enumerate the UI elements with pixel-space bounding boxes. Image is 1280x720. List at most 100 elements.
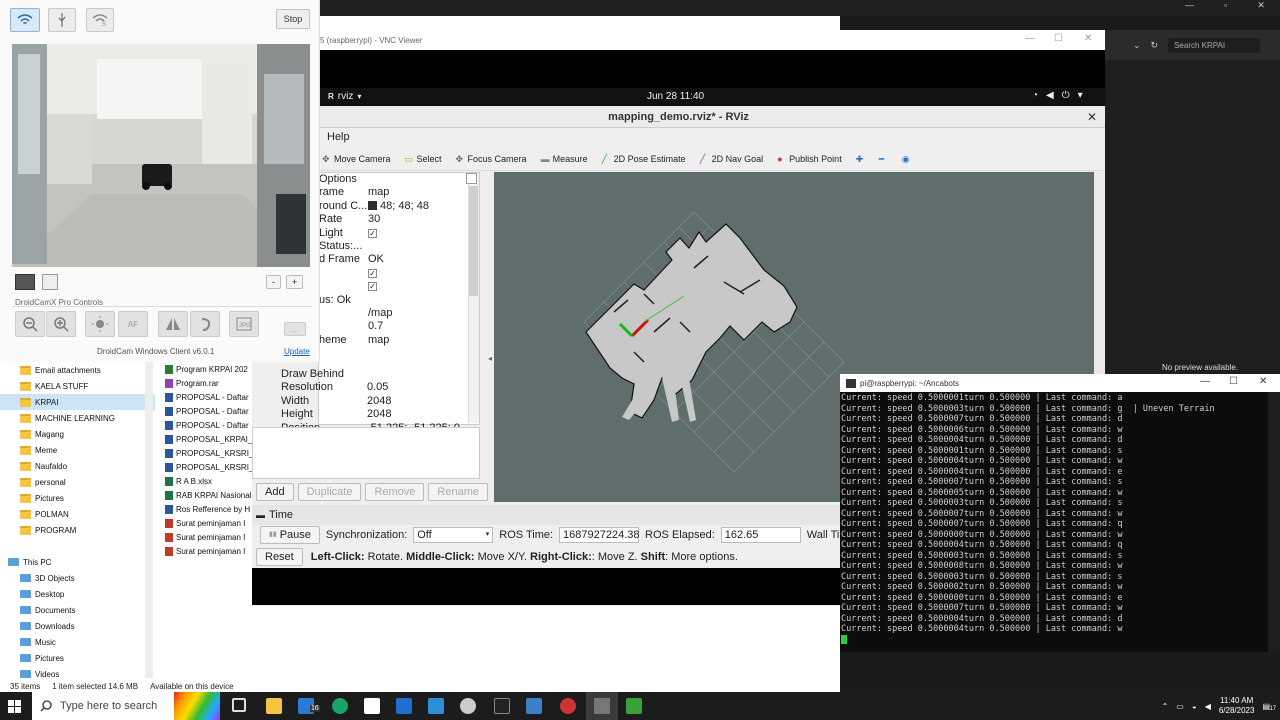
display-row[interactable]: ✓ [319, 280, 479, 293]
zoom-out-button[interactable]: - [266, 275, 281, 289]
minimize-icon[interactable]: — [1185, 0, 1194, 14]
property-row[interactable]: Draw Behind [252, 368, 480, 381]
battery-icon[interactable]: ▭ [1176, 702, 1184, 711]
explorer-file-list[interactable]: Program KRPAI 202 Program.rar PROPOSAL - D… [165, 362, 253, 680]
file-explorer-icon[interactable] [266, 698, 282, 714]
close-icon[interactable]: ✕ [1257, 0, 1265, 14]
edge-icon[interactable] [332, 698, 348, 714]
nav-item[interactable]: Pictures [0, 490, 155, 506]
more-button[interactable]: ... [284, 322, 306, 336]
rename-button[interactable]: Rename [428, 483, 488, 501]
wifi-connect-button[interactable] [10, 8, 40, 32]
file-item[interactable]: RAB KRPAI Nasional [165, 488, 253, 502]
usb-connect-button[interactable] [48, 8, 76, 32]
display-row[interactable]: /map [319, 307, 479, 320]
tool-button[interactable]: ▭ Select [405, 154, 442, 165]
nav-item[interactable]: PROGRAM [0, 522, 155, 538]
reset-button[interactable]: Reset [256, 548, 303, 566]
displays-scroll-thumb[interactable] [469, 186, 478, 296]
maximize-icon[interactable]: ▫ [1224, 0, 1227, 14]
nav-item[interactable]: Pictures [0, 650, 155, 666]
nav-item[interactable]: KAELA STUFF [0, 378, 155, 394]
display-row[interactable]: Light ✓ [319, 227, 479, 240]
property-row[interactable]: Width 2048 [252, 395, 480, 408]
plus-icon[interactable]: ✚ [856, 154, 865, 164]
flash-button[interactable] [85, 311, 115, 337]
file-item[interactable]: Surat peminjaman I [165, 516, 253, 530]
system-tray[interactable]: ◔ ◀ ⏻ ▾ [1032, 90, 1083, 101]
viewport-left-arrow[interactable]: ◂ [488, 354, 492, 363]
display-properties[interactable]: Draw Behind Resolution 0.05 Width 2048 Height… [252, 368, 480, 434]
display-row[interactable]: Status:... [319, 240, 479, 253]
file-item[interactable]: Surat peminjaman I [165, 530, 253, 544]
pause-button[interactable]: ▮▮ Pause [260, 526, 320, 544]
close-icon[interactable]: ✕ [1084, 33, 1092, 44]
nav-item[interactable]: MACHINE LEARNING [0, 410, 155, 426]
file-item[interactable]: PROPOSAL_KRSRI_2 [165, 460, 253, 474]
screen-icon[interactable] [15, 274, 35, 290]
refresh-icon[interactable]: ↻ [1151, 40, 1159, 51]
tool-button[interactable]: ▬ Measure [541, 154, 588, 165]
zoom-in-button[interactable]: + [286, 275, 304, 289]
menu-help[interactable]: Help [327, 131, 350, 143]
display-row[interactable]: 0.7 [319, 320, 479, 333]
minimize-icon[interactable]: — [1025, 33, 1035, 44]
file-item[interactable]: PROPOSAL_KRSRI_2 [165, 446, 253, 460]
duplicate-button[interactable]: Duplicate [297, 483, 362, 501]
pinned-app-icon[interactable] [560, 698, 576, 714]
wifi-server-button[interactable]: S [86, 8, 114, 32]
terminal-scrollbar[interactable] [1268, 392, 1280, 652]
tool-button[interactable]: ╱ 2D Pose Estimate [602, 154, 686, 165]
app-menu[interactable]: R rviz ▾ [328, 91, 361, 102]
display-row[interactable]: round C... 48; 48; 48 [319, 200, 479, 213]
explorer-search-input[interactable]: Search KRPAI [1168, 37, 1261, 53]
notification-icon[interactable]: ▤ 17 [1262, 702, 1276, 712]
file-item[interactable]: PROPOSAL - Daftar [165, 390, 253, 404]
network-icon[interactable]: ◒ [1192, 702, 1197, 711]
stop-button[interactable]: Stop [276, 9, 310, 29]
nav-item[interactable]: Magang [0, 426, 155, 442]
collapse-icon[interactable]: ▬ [256, 510, 265, 520]
update-link[interactable]: Update [284, 347, 310, 356]
maximize-icon[interactable]: ☐ [1054, 33, 1063, 44]
volume-icon[interactable]: ◀ [1205, 702, 1211, 711]
property-row[interactable]: Height 2048 [252, 408, 480, 421]
gnome-clock[interactable]: Jun 28 11:40 [647, 91, 704, 102]
pro-zoom-out-button[interactable] [15, 311, 45, 337]
android-app-icon[interactable] [626, 698, 642, 714]
tool-button[interactable]: ● Publish Point [777, 154, 842, 165]
close-icon[interactable]: ✕ [1259, 376, 1267, 387]
pro-zoom-in-button[interactable] [46, 311, 76, 337]
file-item[interactable]: Surat peminjaman I [165, 544, 253, 558]
file-item[interactable]: PROPOSAL - Daftar [165, 404, 253, 418]
tool-button[interactable]: ✥ Move Camera [322, 154, 391, 165]
maximize-icon[interactable]: ☐ [1229, 376, 1238, 387]
chevron-down-icon[interactable]: ⌄ [1133, 40, 1141, 51]
tool-button[interactable]: ╱ 2D Nav Goal [700, 154, 764, 165]
mirror-button[interactable] [158, 311, 188, 337]
notion-icon[interactable] [364, 698, 380, 714]
checkbox[interactable]: ✓ [368, 282, 377, 292]
vscode-icon[interactable] [428, 698, 444, 714]
file-item[interactable]: PROPOSAL_KRPAI_2 [165, 432, 253, 446]
add-button[interactable]: Add [256, 483, 294, 501]
file-item[interactable]: Program.rar [165, 376, 253, 390]
autofocus-button[interactable]: AF [118, 311, 148, 337]
display-row[interactable]: rame map [319, 186, 479, 199]
nav-item[interactable]: Naufaldo [0, 458, 155, 474]
nav-item[interactable]: personal [0, 474, 155, 490]
explorer-nav-scrollbar[interactable] [145, 362, 153, 678]
remove-button[interactable]: Remove [365, 483, 425, 501]
close-icon[interactable]: ✕ [1087, 106, 1097, 128]
terminal-app-icon[interactable] [494, 698, 510, 714]
vnc-viewer-icon[interactable] [526, 698, 542, 714]
settings-icon[interactable] [460, 698, 476, 714]
display-row[interactable]: heme map [319, 334, 479, 347]
display-row[interactable]: d Frame OK [319, 253, 479, 266]
display-row[interactable]: us: Ok [319, 294, 479, 307]
minimize-icon[interactable]: — [1200, 376, 1210, 387]
nav-item[interactable]: This PC [0, 554, 155, 570]
ros-time-field[interactable]: 1687927224.38 [559, 527, 640, 543]
nav-item[interactable]: Downloads [0, 618, 155, 634]
terminal-output[interactable]: Current: speed 0.5000001turn 0.500000 | … [840, 392, 1268, 652]
